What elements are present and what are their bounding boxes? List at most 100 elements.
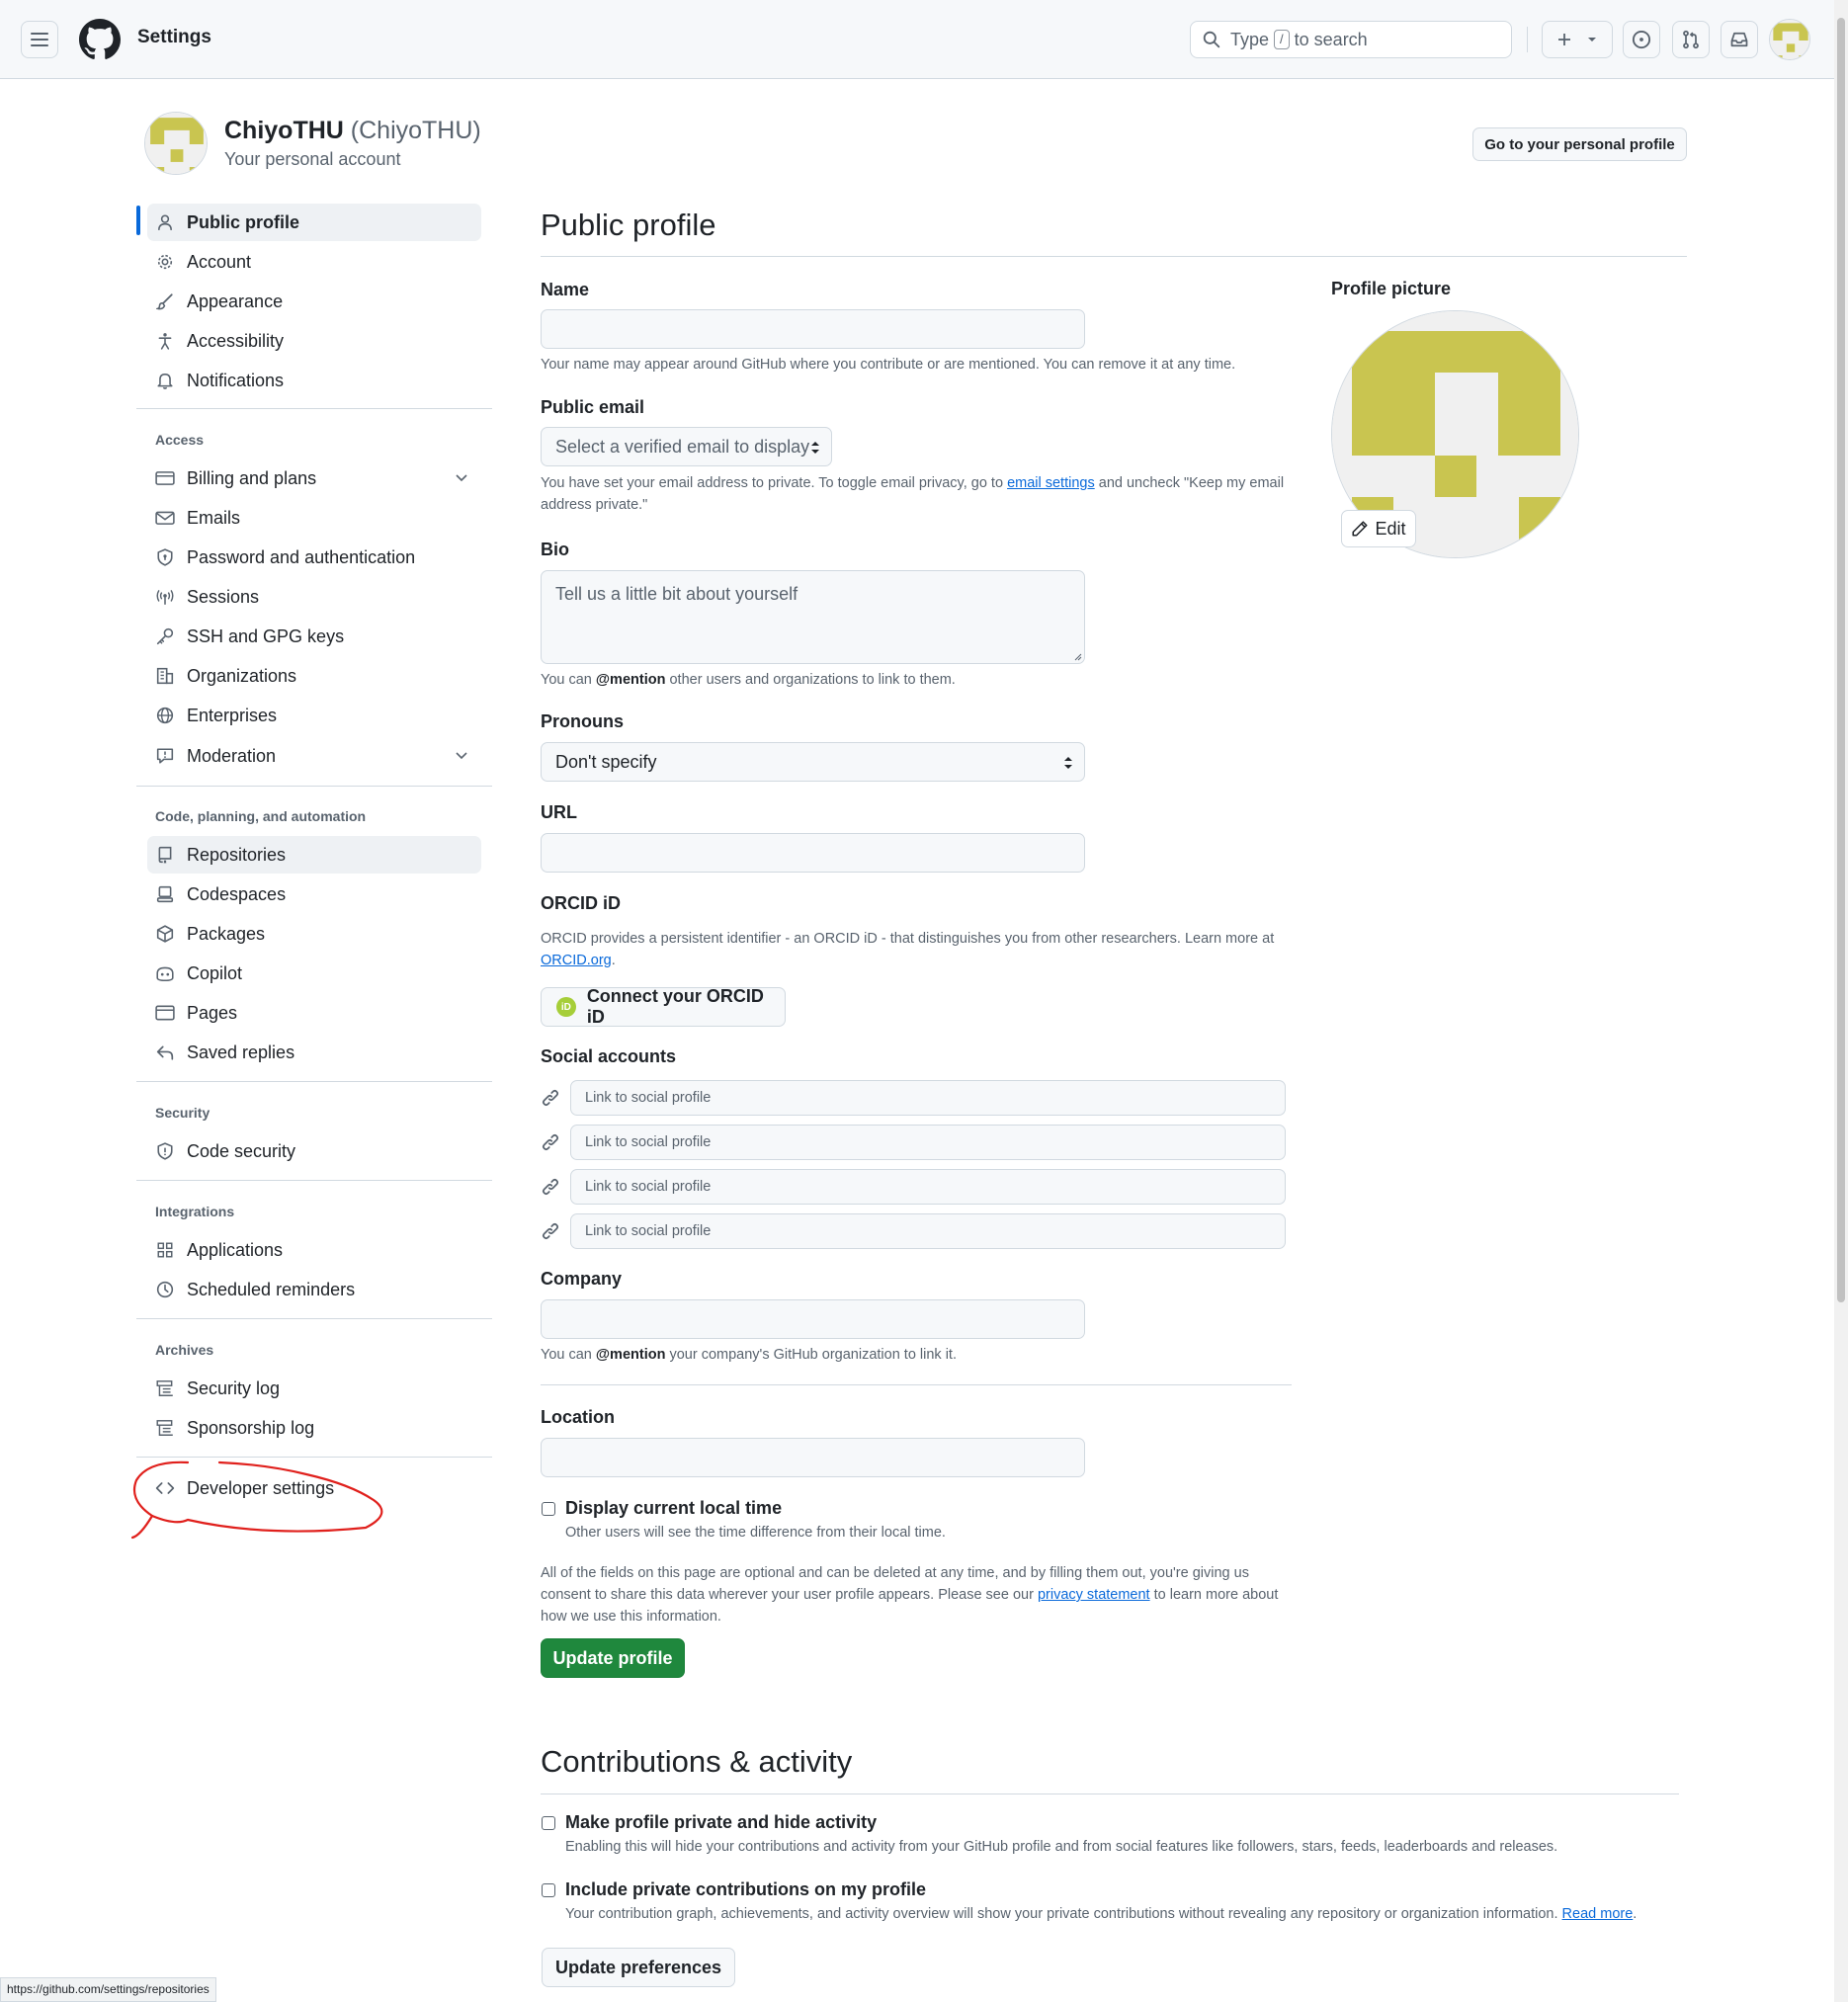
link-icon — [542, 1222, 559, 1240]
shield-icon — [157, 1142, 173, 1160]
sidebar-item-packages[interactable]: Packages — [147, 915, 481, 953]
sidebar-item-notifications[interactable]: Notifications — [147, 362, 481, 399]
sidebar-item-emails[interactable]: Emails — [147, 499, 481, 537]
account-login: (ChiyoTHU) — [350, 117, 481, 144]
sidebar-item-password-auth[interactable]: Password and authentication — [147, 539, 481, 576]
sidebar-item-account[interactable]: Account — [147, 243, 481, 281]
connect-orcid-button[interactable]: iD Connect your ORCID iD — [541, 986, 786, 1027]
gear-icon — [157, 254, 173, 270]
bio-note: You can @mention other users and organiz… — [541, 669, 956, 691]
sidebar-item-pages[interactable]: Pages — [147, 994, 481, 1032]
scrollbar-thumb[interactable] — [1837, 18, 1845, 1302]
header-divider — [1527, 27, 1528, 52]
user-avatar[interactable] — [1769, 19, 1810, 60]
make-private-checkbox[interactable] — [542, 1816, 555, 1830]
pull-requests-button[interactable] — [1672, 21, 1710, 58]
read-more-link[interactable]: Read more — [1562, 1906, 1634, 1922]
sidebar-item-label: SSH and GPG keys — [187, 626, 345, 646]
link-icon — [542, 1089, 559, 1107]
sidebar-heading-access: Access — [155, 432, 205, 448]
sidebar-item-label: Repositories — [187, 844, 287, 865]
company-label: Company — [541, 1269, 623, 1289]
page-title: Public profile — [541, 208, 716, 242]
sidebar-item-saved-replies[interactable]: Saved replies — [147, 1034, 481, 1071]
issues-button[interactable] — [1623, 21, 1660, 58]
orcid-link[interactable]: ORCID.org — [541, 953, 612, 968]
search-input[interactable]: Type / to search — [1190, 21, 1512, 58]
sidebar-item-label: Organizations — [187, 665, 297, 686]
sidebar-item-label: Enterprises — [187, 705, 278, 725]
update-preferences-button[interactable]: Update preferences — [542, 1948, 735, 1987]
menu-button[interactable] — [21, 21, 58, 58]
sidebar-heading-archives: Archives — [155, 1342, 214, 1358]
identicon-icon — [145, 113, 207, 174]
bio-textarea[interactable]: Tell us a little bit about yourself — [541, 570, 1085, 664]
sidebar-item-moderation[interactable]: Moderation — [147, 737, 481, 775]
orcid-note-text: ORCID provides a persistent identifier -… — [541, 931, 1275, 947]
update-profile-button[interactable]: Update profile — [541, 1638, 685, 1678]
sidebar-item-appearance[interactable]: Appearance — [147, 283, 481, 320]
sidebar-item-label: Copilot — [187, 962, 243, 983]
sidebar-item-enterprises[interactable]: Enterprises — [147, 697, 481, 734]
sidebar-divider — [136, 1180, 492, 1181]
resize-grip-icon[interactable] — [1072, 651, 1082, 661]
go-to-profile-button[interactable]: Go to your personal profile — [1472, 127, 1687, 161]
location-field[interactable] — [541, 1438, 1085, 1477]
sidebar-item-codespaces[interactable]: Codespaces — [147, 876, 481, 913]
sidebar-item-label: Public profile — [187, 211, 300, 232]
sidebar-item-copilot[interactable]: Copilot — [147, 955, 481, 992]
public-email-select[interactable]: Select a verified email to display — [541, 427, 832, 466]
name-field[interactable] — [541, 309, 1085, 349]
include-private-label[interactable]: Include private contributions on my prof… — [565, 1879, 926, 1900]
social-accounts-label: Social accounts — [541, 1046, 677, 1066]
sidebar-item-applications[interactable]: Applications — [147, 1231, 481, 1269]
sidebar-item-billing[interactable]: Billing and plans — [147, 459, 481, 497]
sidebar-item-code-security[interactable]: Code security — [147, 1132, 481, 1170]
social-profile-input[interactable]: Link to social profile — [570, 1213, 1286, 1249]
credit-card-icon — [155, 471, 175, 485]
sidebar-item-sessions[interactable]: Sessions — [147, 578, 481, 616]
sidebar-item-public-profile[interactable]: Public profile — [147, 204, 481, 241]
company-field[interactable] — [541, 1299, 1085, 1339]
sidebar-item-label: Pages — [187, 1002, 238, 1023]
sidebar-item-label: Accessibility — [187, 330, 285, 351]
search-prefix: Type — [1230, 29, 1270, 49]
privacy-statement-link[interactable]: privacy statement — [1038, 1587, 1150, 1603]
github-logo-icon[interactable] — [79, 19, 121, 60]
sidebar-item-label: Moderation — [187, 745, 277, 766]
pronouns-select[interactable]: Don't specify — [541, 742, 1085, 782]
sidebar-item-repositories[interactable]: Repositories — [147, 836, 481, 874]
social-profile-input[interactable]: Link to social profile — [570, 1125, 1286, 1160]
contributions-title: Contributions & activity — [541, 1744, 853, 1779]
email-settings-link[interactable]: email settings — [1007, 475, 1095, 491]
include-private-checkbox[interactable] — [542, 1883, 555, 1897]
page-context-title[interactable]: Settings — [137, 27, 211, 48]
edit-profile-picture-button[interactable]: Edit — [1341, 510, 1416, 547]
create-new-button[interactable] — [1542, 21, 1613, 58]
search-suffix: to search — [1294, 29, 1368, 49]
name-note: Your name may appear around GitHub where… — [541, 357, 1236, 373]
public-email-value: Select a verified email to display — [555, 436, 810, 457]
pencil-icon — [1352, 521, 1369, 537]
sidebar-item-organizations[interactable]: Organizations — [147, 657, 481, 695]
mail-icon — [155, 511, 175, 525]
shield-lock-icon — [157, 548, 173, 566]
social-account-row: Link to social profile — [541, 1125, 1286, 1160]
account-display-name[interactable]: ChiyoTHU — [224, 117, 344, 144]
sidebar-item-sponsorship-log[interactable]: Sponsorship log — [147, 1409, 481, 1447]
inbox-button[interactable] — [1721, 21, 1758, 58]
social-profile-input[interactable]: Link to social profile — [570, 1169, 1286, 1205]
sidebar-item-ssh-gpg[interactable]: SSH and GPG keys — [147, 618, 481, 655]
display-local-time-checkbox[interactable] — [542, 1502, 555, 1516]
accessibility-icon — [158, 333, 172, 350]
sidebar-item-accessibility[interactable]: Accessibility — [147, 322, 481, 360]
scrollbar-track[interactable] — [1834, 0, 1848, 2002]
annotation-circle — [130, 1460, 383, 1540]
url-field[interactable] — [541, 833, 1085, 873]
sidebar-item-scheduled-reminders[interactable]: Scheduled reminders — [147, 1271, 481, 1308]
social-profile-input[interactable]: Link to social profile — [570, 1080, 1286, 1116]
sidebar-item-security-log[interactable]: Security log — [147, 1370, 481, 1407]
make-private-note: Enabling this will hide your contributio… — [565, 1839, 1558, 1855]
display-local-time-label[interactable]: Display current local time — [565, 1498, 782, 1519]
make-private-label[interactable]: Make profile private and hide activity — [565, 1812, 877, 1833]
